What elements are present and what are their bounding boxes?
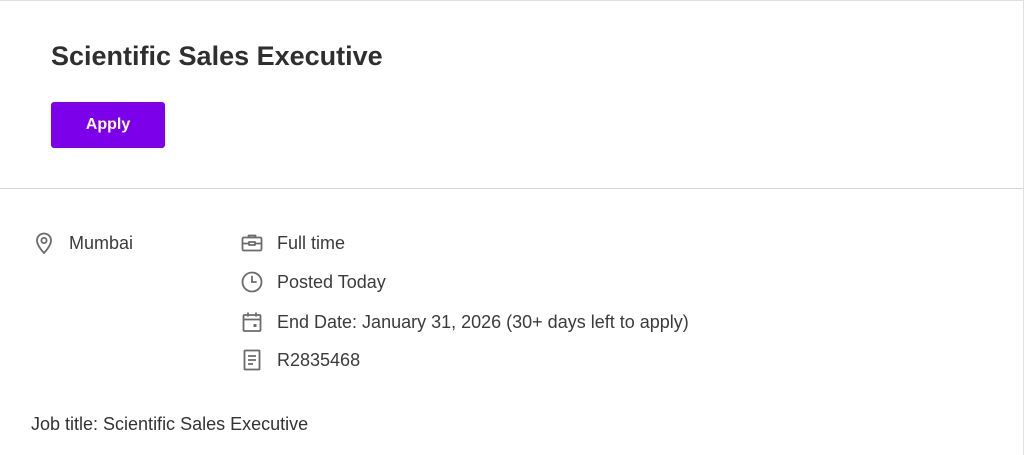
posted-text: Posted Today: [277, 271, 386, 292]
location-pin-icon: [32, 231, 56, 255]
location-text: Mumbai: [69, 232, 134, 253]
apply-button[interactable]: Apply: [51, 102, 165, 148]
page-title: Scientific Sales Executive: [51, 41, 383, 71]
briefcase-icon: [240, 231, 264, 255]
calendar-icon: [240, 310, 264, 334]
posted-info: Posted Today: [240, 269, 386, 295]
end-date-info: End Date: January 31, 2026 (30+ days lef…: [240, 309, 689, 335]
clock-icon: [240, 270, 264, 294]
job-type-text: Full time: [277, 232, 346, 253]
location-info: Mumbai: [32, 230, 133, 256]
job-title-description: Job title: Scientific Sales Executive: [31, 414, 309, 434]
job-header: Scientific Sales Executive Apply: [0, 1, 1023, 189]
job-type-info: Full time: [240, 230, 345, 256]
requisition-id-info: R2835468: [240, 347, 360, 373]
document-icon: [240, 348, 264, 372]
requisition-id-text: R2835468: [277, 349, 361, 370]
end-date-text: End Date: January 31, 2026 (30+ days lef…: [277, 311, 689, 332]
job-posting-page: Scientific Sales Executive Apply Mumbai …: [0, 0, 1024, 455]
